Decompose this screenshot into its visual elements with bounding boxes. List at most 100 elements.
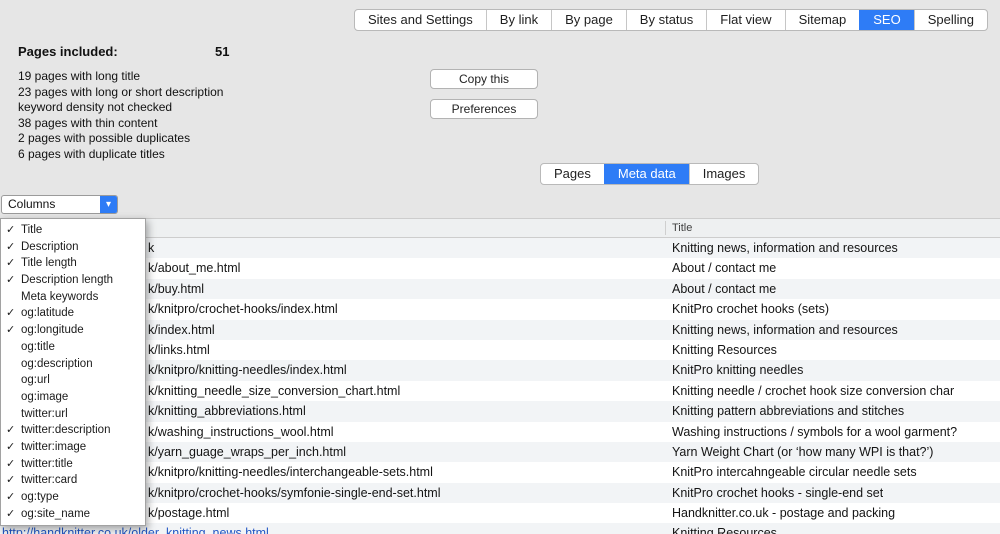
- title-column-header[interactable]: Title: [672, 222, 692, 234]
- table-row[interactable]: k/knitting_needle_size_conversion_chart.…: [0, 381, 1000, 401]
- checkmark-icon: ✓: [6, 255, 15, 272]
- row-url: k/about_me.html: [148, 261, 240, 275]
- table-row[interactable]: http://handknitter.co.uk/older_knitting_…: [0, 523, 1000, 534]
- table-row[interactable]: k Knitting news, information and resourc…: [0, 238, 1000, 258]
- subtab-images[interactable]: Images: [689, 164, 759, 184]
- tab-label: Sites and Settings: [368, 12, 473, 27]
- column-menu-item-label: Meta keywords: [21, 291, 98, 303]
- column-menu-item-og-type[interactable]: ✓ og:type: [1, 489, 145, 506]
- checkmark-icon: ✓: [6, 506, 15, 523]
- row-url: k/knitpro/crochet-hooks/index.html: [148, 302, 338, 316]
- row-title: Yarn Weight Chart (or ‘how many WPI is t…: [672, 445, 933, 459]
- tab-by-link[interactable]: By link: [486, 10, 551, 30]
- column-menu-item-label: og:image: [21, 391, 68, 403]
- row-title: KnitPro crochet hooks (sets): [672, 302, 829, 316]
- tab-sitemap[interactable]: Sitemap: [785, 10, 860, 30]
- row-title: Knitting Resources: [672, 343, 777, 357]
- copy-this-button[interactable]: Copy this: [430, 69, 538, 89]
- table-row[interactable]: k/index.html Knitting news, information …: [0, 320, 1000, 340]
- table-row[interactable]: k/yarn_guage_wraps_per_inch.html Yarn We…: [0, 442, 1000, 462]
- stat-line: 23 pages with long or short description: [18, 85, 223, 101]
- column-menu-item-label: twitter:image: [21, 441, 86, 453]
- table-row[interactable]: k/knitting_abbreviations.html Knitting p…: [0, 401, 1000, 421]
- row-title: About / contact me: [672, 261, 776, 275]
- column-menu-item-twitter-card[interactable]: ✓ twitter:card: [1, 472, 145, 489]
- table-row[interactable]: k/links.html Knitting Resources: [0, 340, 1000, 360]
- row-url: k: [148, 241, 154, 255]
- table-row[interactable]: k/knitpro/knitting-needles/index.html Kn…: [0, 360, 1000, 380]
- column-menu-item-label: og:url: [21, 374, 50, 386]
- column-menu-item-meta-keywords[interactable]: ✓ Meta keywords: [1, 289, 145, 306]
- row-title: Knitting needle / crochet hook size conv…: [672, 384, 954, 398]
- table-row[interactable]: k/washing_instructions_wool.html Washing…: [0, 422, 1000, 442]
- row-title: Washing instructions / symbols for a woo…: [672, 425, 957, 439]
- preferences-button[interactable]: Preferences: [430, 99, 538, 119]
- tab-label: SEO: [873, 12, 900, 27]
- table-row[interactable]: k/knitpro/crochet-hooks/index.html KnitP…: [0, 299, 1000, 319]
- column-menu-item-og-url[interactable]: ✓ og:url: [1, 372, 145, 389]
- checkmark-icon: ✓: [6, 422, 15, 439]
- table-row[interactable]: k/knitpro/crochet-hooks/symfonie-single-…: [0, 483, 1000, 503]
- row-url: k/yarn_guage_wraps_per_inch.html: [148, 445, 346, 459]
- tab-label: Spelling: [928, 12, 974, 27]
- column-menu-item-twitter-image[interactable]: ✓ twitter:image: [1, 439, 145, 456]
- tab-label: By page: [565, 12, 613, 27]
- column-menu-item-label: og:site_name: [21, 508, 90, 520]
- tab-label: By link: [500, 12, 538, 27]
- column-menu-item-title-length[interactable]: ✓ Title length: [1, 255, 145, 272]
- tab-by-page[interactable]: By page: [551, 10, 626, 30]
- column-menu-item-title[interactable]: ✓ Title: [1, 222, 145, 239]
- column-menu-item-twitter-description[interactable]: ✓ twitter:description: [1, 422, 145, 439]
- table-row[interactable]: k/knitpro/knitting-needles/interchangeab…: [0, 462, 1000, 482]
- row-url: k/knitpro/knitting-needles/index.html: [148, 363, 347, 377]
- tab-label: Sitemap: [799, 12, 847, 27]
- checkmark-icon: ✓: [6, 456, 15, 473]
- tab-seo[interactable]: SEO: [859, 10, 913, 30]
- subtab-pages[interactable]: Pages: [541, 164, 604, 184]
- app-window: Sites and Settings By link By page By st…: [0, 0, 1000, 534]
- column-menu-item-label: Description length: [21, 274, 113, 286]
- row-title: KnitPro intercahngeable circular needle …: [672, 465, 917, 479]
- columns-popup-button[interactable]: Columns ▾: [1, 195, 118, 214]
- column-menu-item-og-latitude[interactable]: ✓ og:latitude: [1, 305, 145, 322]
- column-menu-item-label: Title length: [21, 257, 77, 269]
- column-menu-item-label: og:latitude: [21, 307, 74, 319]
- columns-popup-label: Columns: [8, 196, 55, 213]
- table-row[interactable]: k/postage.html Handknitter.co.uk - posta…: [0, 503, 1000, 523]
- column-menu-item-label: twitter:card: [21, 474, 77, 486]
- stat-line: 2 pages with possible duplicates: [18, 131, 223, 147]
- column-menu-item-label: twitter:url: [21, 408, 68, 420]
- tab-by-status[interactable]: By status: [626, 10, 706, 30]
- column-menu-item-label: og:description: [21, 358, 93, 370]
- column-menu-item-og-title[interactable]: ✓ og:title: [1, 339, 145, 356]
- tab-spelling[interactable]: Spelling: [914, 10, 987, 30]
- tab-sites-and-settings[interactable]: Sites and Settings: [355, 10, 486, 30]
- subtab-meta-data[interactable]: Meta data: [604, 164, 689, 184]
- checkmark-icon: ✓: [6, 305, 15, 322]
- column-menu-item-twitter-title[interactable]: ✓ twitter:title: [1, 456, 145, 473]
- table-row[interactable]: k/about_me.html About / contact me: [0, 258, 1000, 278]
- column-menu-item-label: Description: [21, 241, 79, 253]
- tab-label: Flat view: [720, 12, 771, 27]
- row-title: Knitting news, information and resources: [672, 323, 898, 337]
- stat-line: keyword density not checked: [18, 100, 223, 116]
- table-row[interactable]: k/buy.html About / contact me: [0, 279, 1000, 299]
- column-divider[interactable]: [665, 221, 666, 235]
- checkmark-icon: ✓: [6, 439, 15, 456]
- checkmark-icon: ✓: [6, 472, 15, 489]
- column-menu-item-og-description[interactable]: ✓ og:description: [1, 356, 145, 373]
- row-url: k/index.html: [148, 323, 215, 337]
- tab-flat-view[interactable]: Flat view: [706, 10, 784, 30]
- columns-dropdown-menu: ✓ Title ✓ Description ✓ Title length ✓ D…: [0, 218, 146, 526]
- tab-label: By status: [640, 12, 693, 27]
- column-menu-item-og-image[interactable]: ✓ og:image: [1, 389, 145, 406]
- column-menu-item-og-longitude[interactable]: ✓ og:longitude: [1, 322, 145, 339]
- row-url: k/knitpro/crochet-hooks/symfonie-single-…: [148, 486, 440, 500]
- column-menu-item-twitter-url[interactable]: ✓ twitter:url: [1, 406, 145, 423]
- row-title: KnitPro knitting needles: [672, 363, 803, 377]
- seo-stats-list: 19 pages with long title23 pages with lo…: [18, 69, 223, 162]
- column-menu-item-description-length[interactable]: ✓ Description length: [1, 272, 145, 289]
- column-menu-item-description[interactable]: ✓ Description: [1, 239, 145, 256]
- row-title: Knitting pattern abbreviations and stitc…: [672, 404, 904, 418]
- column-menu-item-og-site-name[interactable]: ✓ og:site_name: [1, 506, 145, 523]
